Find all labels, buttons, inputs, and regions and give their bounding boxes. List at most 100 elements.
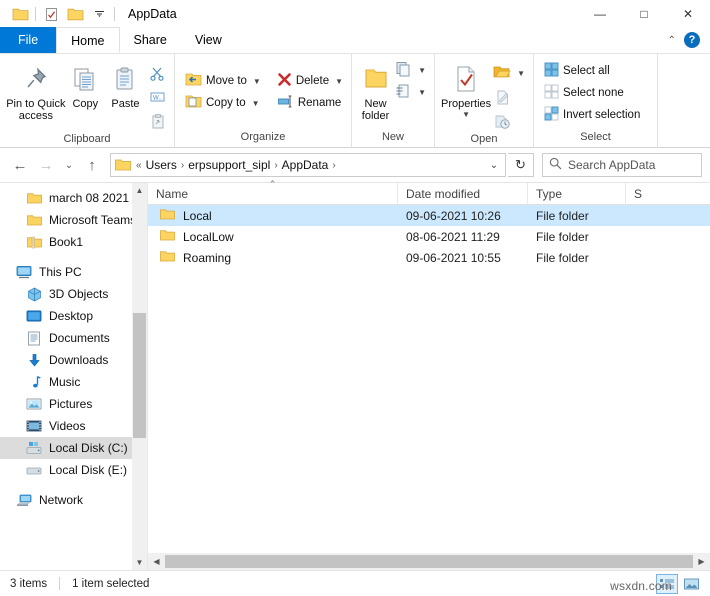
recent-locations-button[interactable]: ⌄ — [60, 153, 78, 177]
tab-file[interactable]: File — [0, 27, 57, 53]
breadcrumb[interactable]: « Users › erpsupport_sipl › AppData › ⌄ — [110, 153, 506, 177]
breadcrumb-item-erpsupport-sipl[interactable]: erpsupport_sipl — [185, 158, 273, 172]
properties-button[interactable]: Properties ▼ — [441, 58, 491, 119]
chevron-down-icon[interactable] — [87, 3, 111, 25]
tab-home[interactable]: Home — [56, 27, 120, 53]
sidebar-item-label: 3D Objects — [49, 287, 109, 301]
folder-icon — [160, 229, 175, 245]
move-to-button[interactable]: Move to ▼ — [181, 70, 265, 92]
main-area: march 08 2021 Microsoft Teams Book1 This… — [0, 179, 710, 570]
address-dropdown-icon[interactable]: ⌄ — [485, 160, 503, 171]
folder-icon — [26, 212, 42, 228]
sidebar-item-label: Documents — [49, 331, 110, 345]
easy-access-button[interactable]: ▼ — [393, 82, 428, 102]
sidebar-item-videos[interactable]: Videos — [0, 415, 147, 437]
table-row[interactable]: LocalLow 08-06-2021 11:29 File folder — [148, 226, 710, 247]
file-name-cell: Local — [148, 205, 398, 226]
select-all-button[interactable]: Select all — [540, 60, 644, 82]
copy-to-button[interactable]: Copy to ▼ — [181, 92, 265, 114]
up-button[interactable]: ↑ — [80, 153, 104, 177]
tab-view[interactable]: View — [181, 27, 236, 53]
scrollbar-thumb[interactable] — [165, 555, 693, 568]
minimize-button[interactable]: — — [578, 0, 622, 28]
select-none-button[interactable]: Select none — [540, 82, 644, 104]
sidebar-item-label: Pictures — [49, 397, 93, 411]
file-list-horizontal-scrollbar[interactable]: ◀ ▶ — [148, 553, 710, 570]
column-header-type[interactable]: Type — [528, 183, 626, 205]
breadcrumb-item-users[interactable]: Users — [143, 158, 180, 172]
rename-icon — [277, 94, 294, 112]
copy-path-icon[interactable]: W.. — [146, 86, 168, 108]
paste-button[interactable]: Paste — [105, 58, 146, 110]
chevron-down-icon[interactable]: ▼ — [418, 66, 426, 75]
navigation-scrollbar[interactable]: ▲ ▼ — [132, 183, 147, 570]
chevron-down-icon[interactable]: ▼ — [252, 99, 260, 108]
invert-selection-button[interactable]: Invert selection — [540, 104, 644, 126]
breadcrumb-overflow[interactable]: « — [135, 160, 143, 171]
chevron-down-icon[interactable]: ▼ — [517, 69, 525, 78]
sidebar-item-label: march 08 2021 — [49, 191, 130, 205]
delete-button[interactable]: Delete ▼ — [273, 70, 347, 92]
sidebar-item-local-disk-c[interactable]: Local Disk (C:) — [0, 437, 147, 459]
sidebar-item-local-disk-e[interactable]: Local Disk (E:) — [0, 459, 147, 481]
rename-button[interactable]: Rename — [273, 92, 347, 114]
sidebar-item-march-08-2021[interactable]: march 08 2021 — [0, 187, 147, 209]
history-icon[interactable] — [491, 110, 513, 132]
chevron-down-icon[interactable]: ▼ — [253, 77, 261, 86]
chevron-down-icon[interactable]: ▼ — [462, 110, 470, 119]
pin-to-quick-access-button[interactable]: Pin to Quick access — [6, 58, 66, 122]
refresh-button[interactable]: ↻ — [508, 153, 534, 177]
tab-share[interactable]: Share — [120, 27, 181, 53]
sidebar-item-this-pc[interactable]: This PC — [0, 261, 147, 283]
rename-label: Rename — [297, 97, 342, 109]
sidebar-item-3d-objects[interactable]: 3D Objects — [0, 283, 147, 305]
scroll-down-arrow[interactable]: ▼ — [132, 555, 147, 570]
search-box[interactable]: Search AppData — [542, 153, 702, 177]
column-header-date-modified[interactable]: Date modified — [398, 183, 528, 205]
chevron-right-icon[interactable]: › — [331, 160, 336, 171]
table-row[interactable]: Local 09-06-2021 10:26 File folder — [148, 205, 710, 226]
breadcrumb-item-appdata[interactable]: AppData — [279, 158, 332, 172]
scroll-up-arrow[interactable]: ▲ — [132, 183, 147, 198]
open-group-label: Open — [470, 133, 498, 145]
close-button[interactable]: ✕ — [666, 0, 710, 28]
table-row[interactable]: Roaming 09-06-2021 10:55 File folder — [148, 247, 710, 268]
back-button[interactable]: ← — [8, 153, 32, 177]
open-small-icons: ▼ — [491, 58, 527, 132]
sidebar-item-documents[interactable]: Documents — [0, 327, 147, 349]
new-folder-icon — [362, 62, 390, 96]
chevron-down-icon[interactable]: ▼ — [335, 77, 343, 86]
column-header-name[interactable]: ⌃ Name — [148, 179, 398, 205]
folder-icon[interactable] — [8, 3, 32, 25]
large-icons-view-icon[interactable] — [680, 574, 702, 594]
chevron-down-icon[interactable]: ▼ — [418, 88, 426, 97]
scroll-left-arrow[interactable]: ◀ — [148, 553, 165, 570]
search-input[interactable]: Search AppData — [568, 158, 655, 172]
folder-icon — [160, 208, 175, 224]
forward-button[interactable]: → — [34, 153, 58, 177]
new-item-button[interactable]: ▼ — [393, 60, 428, 80]
sidebar-item-music[interactable]: Music — [0, 371, 147, 393]
sidebar-item-desktop[interactable]: Desktop — [0, 305, 147, 327]
sidebar-item-microsoft-teams[interactable]: Microsoft Teams — [0, 209, 147, 231]
copy-button[interactable]: Copy — [66, 58, 105, 110]
sidebar-item-book1[interactable]: Book1 — [0, 231, 147, 253]
sidebar-item-downloads[interactable]: Downloads — [0, 349, 147, 371]
sidebar-item-pictures[interactable]: Pictures — [0, 393, 147, 415]
sidebar-item-network[interactable]: Network — [0, 489, 147, 511]
open-with-button[interactable]: ▼ — [491, 62, 527, 84]
maximize-button[interactable]: □ — [622, 0, 666, 28]
new-folder-icon[interactable] — [63, 3, 87, 25]
properties-icon[interactable] — [39, 3, 63, 25]
collapse-ribbon-icon[interactable]: ⌃ — [668, 35, 676, 46]
column-header-size[interactable]: S — [626, 183, 666, 205]
scroll-right-arrow[interactable]: ▶ — [693, 553, 710, 570]
scrollbar-thumb[interactable] — [133, 313, 146, 438]
paste-shortcut-icon[interactable] — [146, 110, 168, 132]
new-folder-button[interactable]: New folder — [358, 58, 393, 122]
scissors-icon[interactable] — [146, 62, 168, 84]
help-icon[interactable]: ? — [684, 32, 700, 48]
edit-icon[interactable] — [491, 86, 513, 108]
date-modified-cell: 08-06-2021 11:29 — [406, 229, 500, 244]
